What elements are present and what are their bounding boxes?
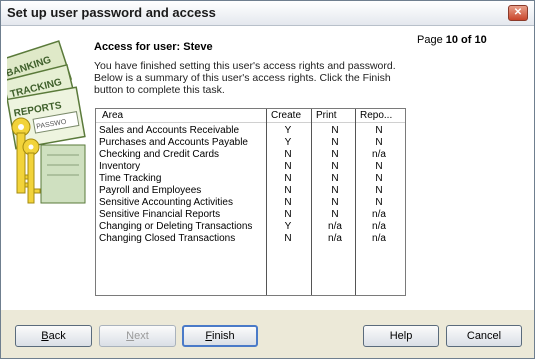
cell-print: n/a: [328, 221, 342, 232]
cell-report: N: [375, 185, 383, 196]
security-illustration: BANKING TRACKING REPORTS PASSWO: [7, 29, 87, 219]
cell-area: Changing or Deleting Transactions: [99, 221, 253, 232]
table-row: Changing Closed Transactions N n/a n/a: [96, 233, 405, 245]
cell-create: N: [284, 197, 292, 208]
cell-report: n/a: [372, 209, 386, 220]
close-button[interactable]: ✕: [508, 5, 528, 21]
cell-report: N: [375, 125, 383, 136]
cell-area: Changing Closed Transactions: [99, 233, 236, 244]
table-row: Payroll and Employees N N N: [96, 185, 405, 197]
table-row: Inventory N N N: [96, 161, 405, 173]
page-indicator-value: 10 of 10: [445, 34, 487, 46]
next-button-mnemonic: N: [126, 330, 135, 342]
cell-report: n/a: [372, 149, 386, 160]
setup-dialog: Set up user password and access ✕ BANKIN…: [0, 0, 535, 359]
next-button[interactable]: Next: [99, 325, 176, 347]
cell-area: Inventory: [99, 161, 141, 172]
cell-report: N: [375, 197, 383, 208]
dialog-content: BANKING TRACKING REPORTS PASSWO Access f…: [1, 26, 534, 310]
cell-area: Sensitive Accounting Activities: [99, 197, 233, 208]
cell-area: Time Tracking: [99, 173, 162, 184]
cell-create: N: [284, 161, 292, 172]
window-title: Set up user password and access: [7, 5, 216, 20]
cell-report: n/a: [372, 233, 386, 244]
finish-button[interactable]: Finish: [182, 325, 258, 347]
table-row: Sensitive Financial Reports N N n/a: [96, 209, 405, 221]
cell-report: N: [375, 161, 383, 172]
cell-create: N: [284, 185, 292, 196]
cell-report: N: [375, 173, 383, 184]
page-heading: Access for user: Steve: [94, 41, 213, 53]
cell-create: N: [284, 173, 292, 184]
back-button[interactable]: Back: [15, 325, 92, 347]
cell-create: N: [284, 233, 292, 244]
cell-print: N: [331, 185, 339, 196]
description-text: You have finished setting this user's ac…: [94, 60, 396, 96]
cell-area: Sensitive Financial Reports: [99, 209, 221, 220]
access-summary-table[interactable]: Area Create Print Repo... Sales and Acco…: [95, 108, 406, 296]
finish-button-label: inish: [212, 330, 235, 342]
table-row: Sales and Accounts Receivable Y N N: [96, 125, 405, 137]
header-area: Area: [102, 110, 124, 121]
table-row: Changing or Deleting Transactions Y n/a …: [96, 221, 405, 233]
cell-report: n/a: [372, 221, 386, 232]
cell-print: N: [331, 161, 339, 172]
button-bar: Back Next Finish Help Cancel: [1, 310, 534, 358]
header-print: Print: [316, 110, 337, 121]
cell-print: N: [331, 197, 339, 208]
table-row: Time Tracking N N N: [96, 173, 405, 185]
next-button-label: ext: [134, 330, 149, 342]
cell-create: Y: [284, 137, 292, 148]
title-bar: Set up user password and access ✕: [1, 1, 534, 26]
cell-print: N: [331, 209, 339, 220]
table-header: Area Create Print Repo...: [96, 109, 405, 123]
cell-area: Purchases and Accounts Payable: [99, 137, 248, 148]
cell-report: N: [375, 137, 383, 148]
back-button-label: ack: [48, 330, 66, 342]
cell-area: Sales and Accounts Receivable: [99, 125, 240, 136]
table-row: Sensitive Accounting Activities N N N: [96, 197, 405, 209]
cell-create: Y: [284, 125, 292, 136]
cell-print: N: [331, 125, 339, 136]
cell-create: N: [284, 209, 292, 220]
page-indicator: Page 10 of 10: [417, 34, 487, 46]
cell-print: N: [331, 137, 339, 148]
cell-print: N: [331, 149, 339, 160]
cell-create: N: [284, 149, 292, 160]
help-button[interactable]: Help: [363, 325, 439, 347]
header-report: Repo...: [360, 110, 393, 121]
table-row: Checking and Credit Cards N N n/a: [96, 149, 405, 161]
page-indicator-prefix: Page: [417, 34, 443, 46]
cancel-button[interactable]: Cancel: [446, 325, 522, 347]
header-create: Create: [271, 110, 302, 121]
back-button-mnemonic: B: [41, 330, 49, 342]
cell-area: Payroll and Employees: [99, 185, 202, 196]
cell-print: n/a: [328, 233, 342, 244]
cell-create: Y: [284, 221, 292, 232]
table-row: Purchases and Accounts Payable Y N N: [96, 137, 405, 149]
cell-area: Checking and Credit Cards: [99, 149, 220, 160]
cell-print: N: [331, 173, 339, 184]
